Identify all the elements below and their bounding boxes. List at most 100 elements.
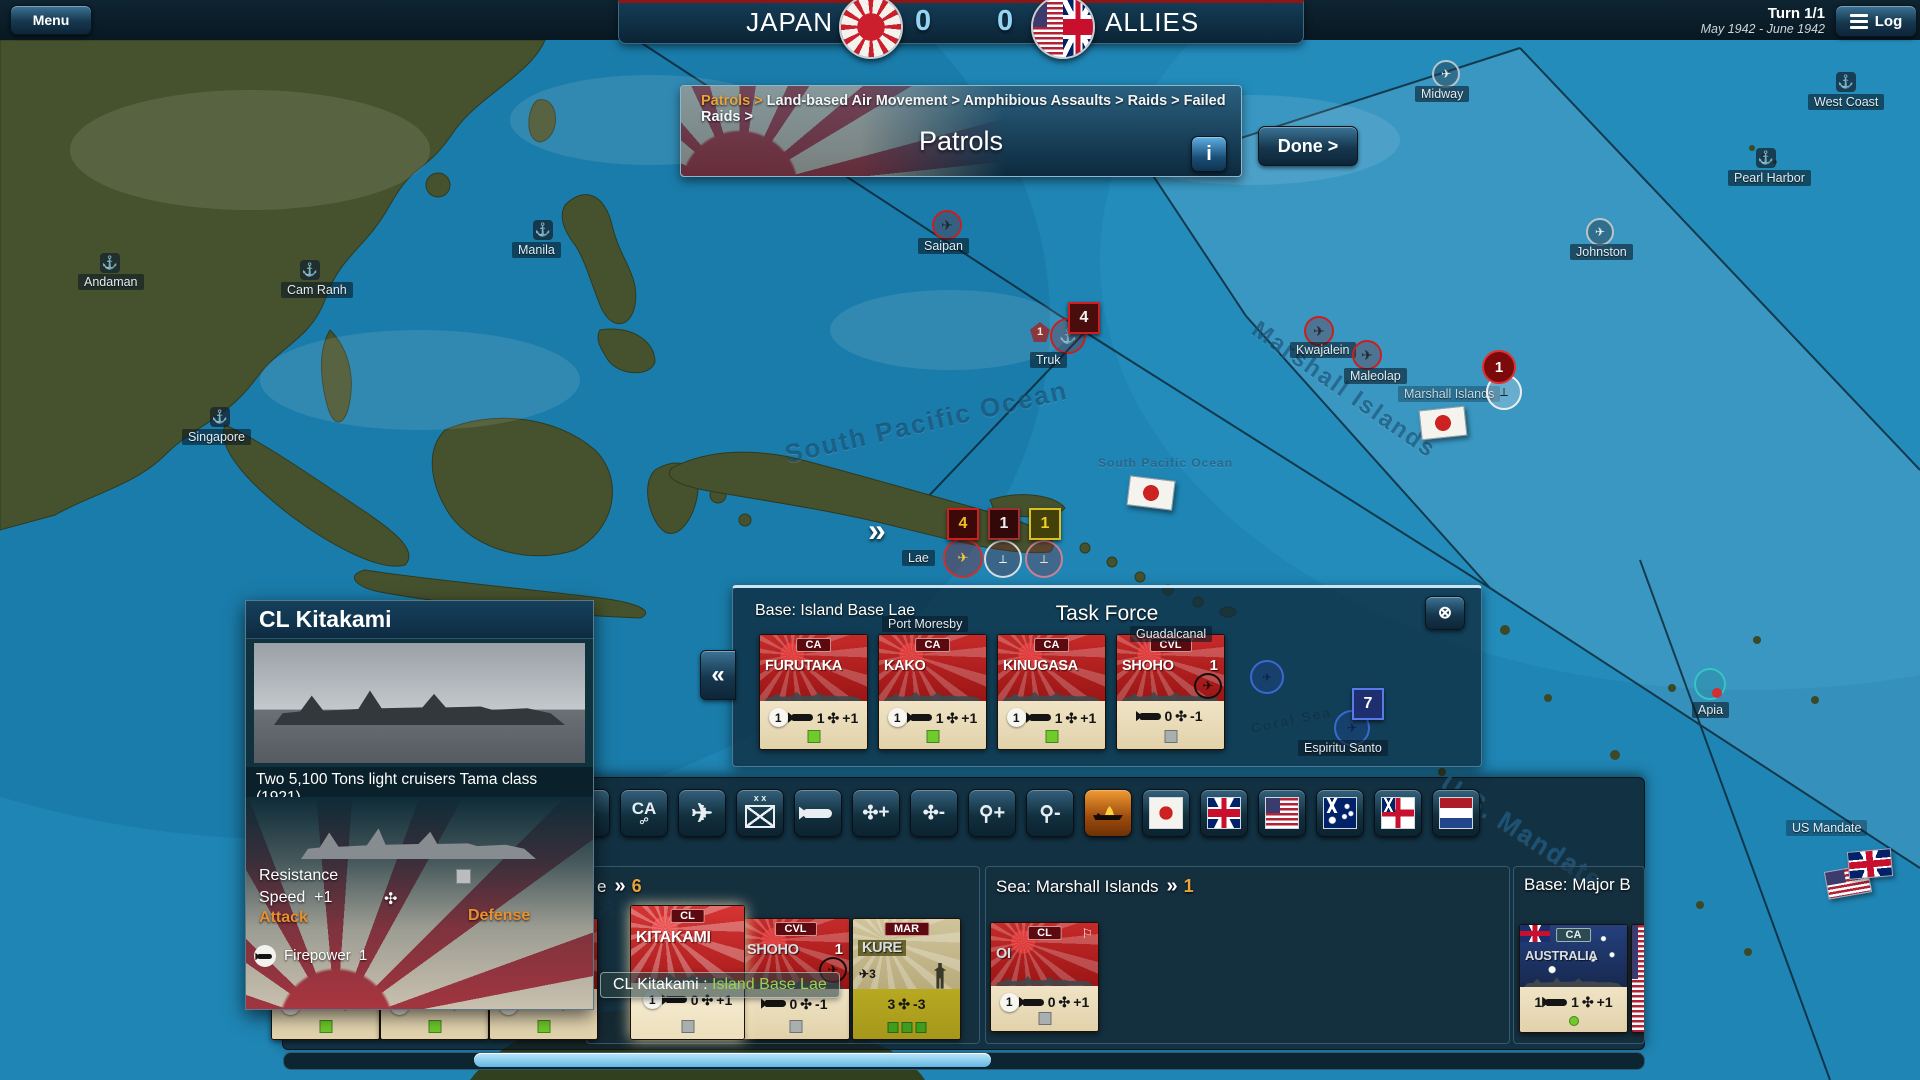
port-icon-cam-ranh[interactable]: ⚓ (300, 260, 320, 280)
toolbar-button-propeller-minus[interactable]: ✣- (910, 789, 958, 837)
breadcrumb-rest[interactable]: Land-based Air Movement > Amphibious Ass… (701, 93, 1226, 125)
japan-flag-marker (1126, 475, 1175, 510)
airbase-icon-midway[interactable]: ✈ (1432, 60, 1460, 88)
card-art: CAKAKO (879, 635, 986, 701)
fleet-badge-marshall[interactable]: 1 (1482, 350, 1516, 384)
japan-flag-marker (1419, 406, 1468, 441)
ship-card-partial[interactable] (1631, 924, 1645, 1033)
dock-scrollbar-thumb[interactable] (474, 1053, 991, 1067)
close-button[interactable]: ⊗ (1425, 596, 1465, 630)
airbase-icon-saipan[interactable]: ✈ (932, 210, 962, 240)
unit-token-lae-3[interactable]: ⟂ (1025, 540, 1063, 578)
port-icon-west-coast[interactable]: ⚓ (1836, 72, 1856, 92)
soldier-silhouette-icon (934, 963, 946, 989)
map-label: Espiritu Santo (1298, 740, 1388, 756)
toolbar-button-filter-netherlands[interactable] (1432, 789, 1480, 837)
collapse-tab[interactable]: « (700, 650, 736, 700)
port-icon-pearl-harbor[interactable]: ⚓ (1756, 148, 1776, 168)
toolbar-button-torpedo[interactable] (794, 789, 842, 837)
unit-stack-lae-3[interactable]: 1 (1029, 508, 1061, 540)
toolbar-button-division[interactable] (736, 789, 784, 837)
toolbar-button-filter-japan[interactable] (1142, 789, 1190, 837)
speed-value: +1 (1597, 994, 1613, 1010)
torpedo-icon (804, 809, 832, 818)
tooltip-title: CL Kitakami (246, 601, 593, 639)
card-stats-area: 0✣-1 (1117, 701, 1224, 749)
game-screen: Marshall Islands South Pacific Ocean Sou… (0, 0, 1920, 1080)
resistance-square (456, 869, 471, 884)
card-stats-area: 11✣+1 (998, 701, 1105, 749)
log-button[interactable]: Log (1835, 5, 1917, 37)
toolbar-button-ship-class[interactable]: CA☍ (620, 789, 668, 837)
tools-icon: ⚲ (1039, 801, 1054, 826)
torpedo-icon (792, 714, 813, 721)
unit-stack-lae-2[interactable]: 1 (988, 508, 1020, 540)
airbase-icon-johnston[interactable]: ✈ (1586, 218, 1614, 246)
toolbar-button-filter-australia[interactable] (1316, 789, 1364, 837)
menu-button-label: Menu (33, 12, 70, 28)
speed-value: +1 (961, 710, 977, 726)
union-jack-icon (1520, 925, 1550, 942)
torpedo-icon (1140, 713, 1161, 720)
unit-token-lae-1[interactable]: ✈ (943, 538, 983, 578)
ship-silhouette-icon (883, 688, 981, 701)
ship-silhouette-icon (764, 688, 862, 701)
torpedo-icon (911, 714, 932, 721)
port-icon-andaman[interactable]: ⚓ (100, 253, 120, 273)
speed-value: -3 (913, 996, 925, 1012)
toolbar-button-filter-white-ensign[interactable] (1374, 789, 1422, 837)
speed-value: +1 (314, 889, 332, 906)
map-label: Andaman (78, 274, 144, 290)
port-icon-singapore[interactable]: ⚓ (210, 407, 230, 427)
map-label: West Coast (1808, 94, 1884, 110)
fleet-token-guadalcanal[interactable]: ✈ (1250, 660, 1284, 694)
toolbar-button-aircraft[interactable]: ✈ (678, 789, 726, 837)
breadcrumb-active[interactable]: Patrols > (701, 93, 763, 109)
ship-tooltip-panel: CL Kitakami Two 5,100 Tons light cruiser… (245, 600, 594, 1010)
airbase-icon-maleolap[interactable]: ✈ (1352, 340, 1382, 370)
status-square (1164, 730, 1177, 743)
ship-card-kako[interactable]: CAKAKO 11✣+1 (878, 634, 987, 750)
minus-label: - (939, 802, 945, 824)
unit-stack-lae-1[interactable]: 4 (947, 508, 979, 540)
allies-flag-icon (1031, 0, 1095, 59)
toolbar-button-sunk-ships[interactable] (1084, 789, 1132, 837)
ship-card-kinugasa[interactable]: CAKINUGASA 11✣+1 (997, 634, 1106, 750)
japan-label: JAPAN (746, 7, 833, 38)
map-label: Port Moresby (882, 616, 968, 632)
plus-label: + (878, 802, 889, 824)
propeller-icon: ✣ (800, 997, 812, 1011)
status-square (681, 1020, 694, 1033)
collapse-label: « (711, 661, 724, 689)
ship-card-australia[interactable]: CA AUSTRALIA 11✣+1 (1519, 924, 1628, 1033)
ship-class-badge: CL (1027, 926, 1062, 940)
toolbar-button-propeller-plus[interactable]: ✣+ (852, 789, 900, 837)
card-stats-area: 11✣+1 (760, 701, 867, 749)
done-button[interactable]: Done > (1258, 126, 1358, 166)
hover-separator: : (699, 976, 712, 993)
toolbar-button-repair-plus[interactable]: ⚲+ (968, 789, 1016, 837)
panel-base-major: Base: Major B CA AUSTRALIA 11✣+1 (1513, 866, 1645, 1044)
unit-token-lae-2[interactable]: ⟂ (984, 540, 1022, 578)
unit-card-kure[interactable]: MAR KURE ✈3 3✣-3 (852, 918, 961, 1040)
ship-card-shoho[interactable]: CVLSHOHO1✈ 0✣-1 (1116, 634, 1225, 750)
fleet-badge-espiritu[interactable]: 7 (1352, 688, 1384, 720)
unit-stack-truk[interactable]: 4 (1068, 302, 1100, 334)
speed-propeller-icon: ✣ (384, 889, 397, 909)
toolbar-button-repair-minus[interactable]: ⚲- (1026, 789, 1074, 837)
dock-scrollbar-track[interactable] (283, 1052, 1645, 1070)
port-icon-manila[interactable]: ⚓ (533, 220, 553, 240)
torpedo-icon (1030, 714, 1051, 721)
flag-marker-icon: ⚐ (1081, 926, 1093, 942)
toolbar-button-filter-uk[interactable] (1200, 789, 1248, 837)
menu-button[interactable]: Menu (10, 5, 92, 35)
firepower-value: 1 (359, 947, 367, 964)
status-square (807, 730, 820, 743)
toolbar-button-filter-us[interactable] (1258, 789, 1306, 837)
attack-label: Attack (259, 909, 308, 927)
close-icon: ⊗ (1438, 603, 1452, 623)
ship-card-furutaka[interactable]: CAFURUTAKA 11✣+1 (759, 634, 868, 750)
plane-icon: ✈ (691, 798, 713, 829)
speed-value: +1 (842, 710, 858, 726)
ship-card-oi[interactable]: CL ⚐ OI 10✣+1 (990, 922, 1099, 1032)
